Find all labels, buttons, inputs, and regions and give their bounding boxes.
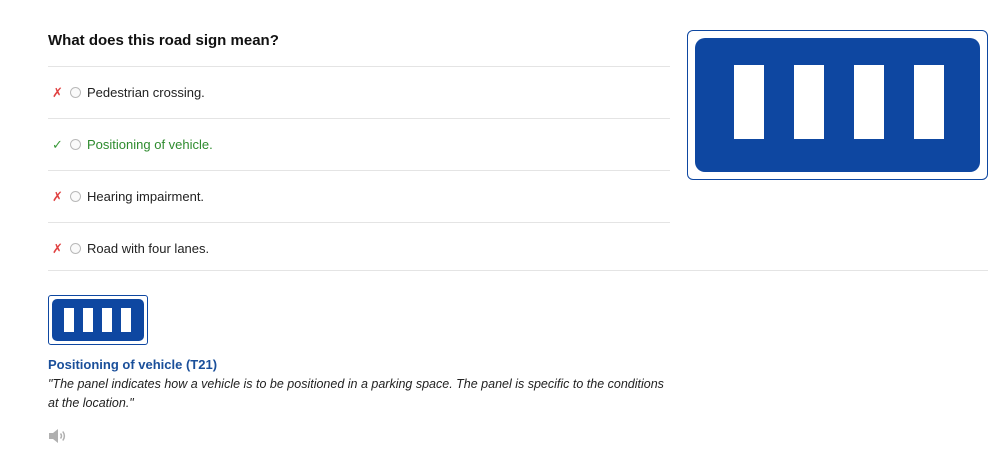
answer-option-3[interactable]: ✗ Hearing impairment. — [48, 170, 670, 222]
answer-option-1[interactable]: ✗ Pedestrian crossing. — [48, 66, 670, 118]
wrong-mark-icon: ✗ — [52, 188, 63, 204]
road-sign-t21-icon — [687, 30, 988, 180]
answer-label: Positioning of vehicle. — [87, 137, 213, 152]
radio-button[interactable] — [70, 243, 81, 254]
sign-bar — [914, 65, 944, 139]
radio-button[interactable] — [70, 139, 81, 150]
sign-bar — [102, 308, 112, 332]
sign-panel — [52, 299, 144, 341]
explanation-text: "The panel indicates how a vehicle is to… — [48, 377, 664, 410]
sign-bar — [734, 65, 764, 139]
sign-bar — [794, 65, 824, 139]
sign-panel — [695, 38, 980, 172]
answer-label: Road with four lanes. — [87, 241, 210, 256]
radio-button[interactable] — [70, 87, 81, 98]
road-sign-t21-thumbnail-icon — [48, 295, 148, 345]
speaker-icon[interactable] — [48, 428, 68, 444]
wrong-mark-icon: ✗ — [52, 84, 63, 100]
answer-label: Pedestrian crossing. — [87, 85, 205, 100]
sign-bar — [854, 65, 884, 139]
answer-label: Hearing impairment. — [87, 189, 205, 204]
explanation-title: Positioning of vehicle (T21) — [48, 357, 218, 372]
answer-option-4[interactable]: ✗ Road with four lanes. — [48, 222, 670, 274]
answer-options: ✗ Pedestrian crossing. ✓ Positioning of … — [48, 66, 670, 274]
correct-mark-icon: ✓ — [52, 136, 63, 152]
sign-bar — [64, 308, 74, 332]
question-text: What does this road sign mean? — [48, 32, 279, 49]
wrong-mark-icon: ✗ — [52, 240, 63, 256]
radio-button[interactable] — [70, 191, 81, 202]
sign-bar — [121, 308, 131, 332]
section-divider — [48, 270, 988, 271]
sign-bar — [83, 308, 93, 332]
answer-option-2[interactable]: ✓ Positioning of vehicle. — [48, 118, 670, 170]
